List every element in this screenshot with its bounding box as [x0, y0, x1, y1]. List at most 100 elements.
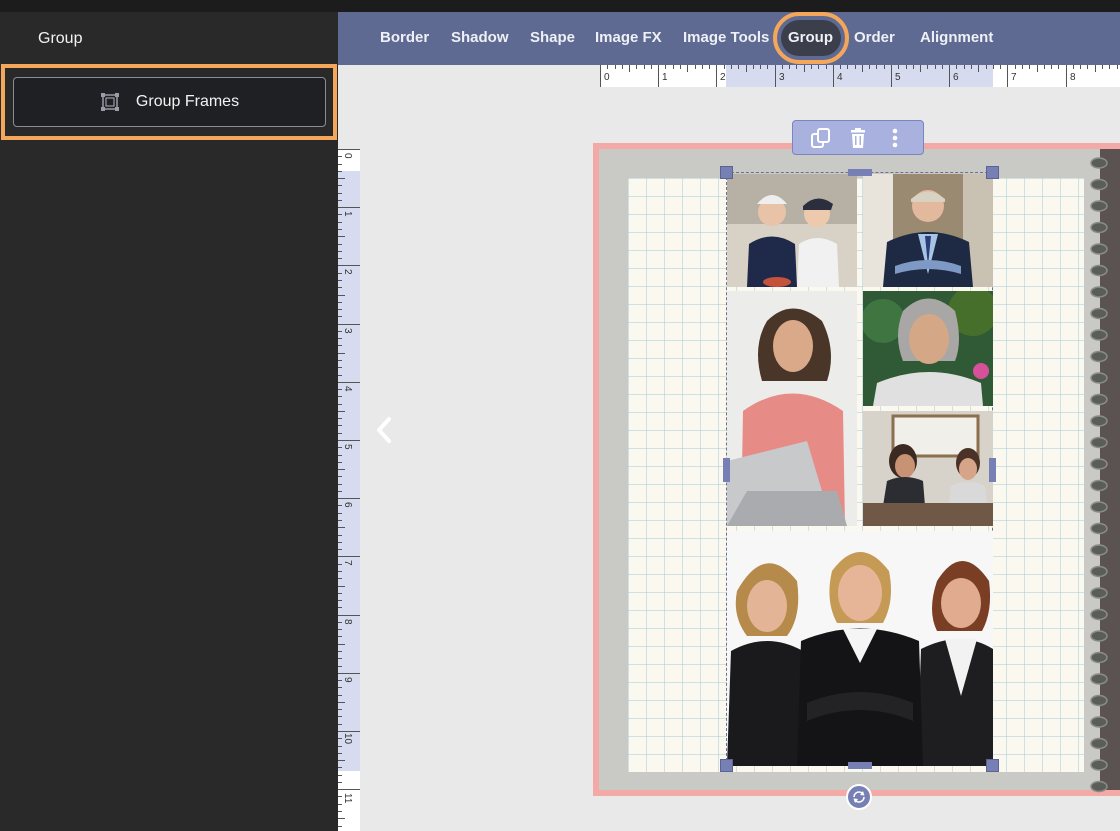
ruler-tick: [1043, 65, 1045, 69]
photo-frame[interactable]: [863, 411, 993, 526]
ruler-tick: [745, 65, 747, 72]
delete-button[interactable]: [846, 126, 870, 150]
ruler-tick: [338, 811, 342, 813]
ruler-tick: [338, 629, 342, 631]
resize-handle-top-left[interactable]: [720, 166, 733, 179]
photo-frame[interactable]: [727, 174, 857, 287]
resize-handle-bottom-right[interactable]: [986, 759, 999, 772]
canvas-area[interactable]: 0 1 2 3 4 5 6 7 8 0 1 2 3 4 5 6 7 8 9 10…: [338, 65, 1120, 831]
spiral-ring: [1090, 522, 1108, 535]
ruler-tick: [701, 65, 703, 69]
tab-shadow[interactable]: Shadow: [451, 29, 509, 46]
photo-woman-laptop-icon: [727, 291, 857, 526]
photo-businessman-icon: [863, 174, 993, 287]
ruler-tick: [956, 65, 958, 69]
ruler-tick: [752, 65, 754, 69]
ruler-label: 3: [779, 72, 785, 83]
spiral-ring: [1090, 565, 1108, 578]
ruler-tick: [338, 687, 342, 689]
ruler-tick: [338, 803, 342, 805]
resize-handle-top-right[interactable]: [986, 166, 999, 179]
ruler-tick: [730, 65, 732, 69]
ruler-tick: [891, 65, 892, 87]
ruler-label: 10: [342, 733, 353, 745]
ruler-tick: [338, 294, 345, 296]
spiral-ring: [1090, 630, 1108, 642]
ruler-tick: [1036, 65, 1038, 72]
tab-border[interactable]: Border: [380, 29, 429, 46]
ruler-tick: [338, 207, 360, 209]
ruler-tick: [338, 236, 345, 238]
tab-alignment[interactable]: Alignment: [920, 29, 993, 46]
ruler-tick: [658, 65, 660, 87]
resize-handle-left[interactable]: [723, 458, 730, 482]
photo-frame[interactable]: [727, 291, 857, 526]
photo-frame[interactable]: [863, 174, 993, 287]
photo-group-selection[interactable]: [720, 166, 999, 772]
resize-handle-bottom[interactable]: [848, 762, 872, 769]
tab-image-fx[interactable]: Image FX: [595, 29, 662, 46]
ruler-tick: [338, 607, 342, 609]
ruler-tick: [338, 410, 345, 412]
resize-handle-bottom-left[interactable]: [720, 759, 733, 772]
ruler-tick: [338, 745, 342, 747]
ruler-tick: [789, 65, 791, 69]
ruler-tick: [883, 65, 885, 69]
top-ruler: 0 1 2 3 4 5 6 7 8: [600, 65, 1120, 87]
rotate-handle[interactable]: [846, 784, 872, 810]
spiral-ring: [1090, 157, 1108, 169]
tab-image-tools[interactable]: Image Tools: [683, 29, 769, 46]
ruler-label: 9: [342, 677, 353, 683]
ruler-tick: [941, 65, 943, 69]
ruler-label: 11: [342, 793, 353, 804]
ruler-tick: [338, 716, 342, 718]
ruler-tick: [600, 65, 601, 87]
ruler-label: 6: [953, 72, 959, 83]
ruler-tick: [803, 65, 805, 72]
ruler-tick: [898, 65, 900, 69]
ruler-tick: [1080, 65, 1082, 69]
ruler-tick: [643, 65, 645, 69]
duplicate-button[interactable]: [809, 126, 833, 150]
group-frames-icon: [100, 92, 120, 112]
spiral-rings-icon: [1090, 157, 1108, 793]
photo-frame[interactable]: [863, 291, 993, 406]
resize-handle-right[interactable]: [989, 458, 996, 482]
spiral-ring: [1090, 307, 1108, 320]
ruler-tick: [338, 221, 342, 223]
spiral-ring: [1090, 608, 1108, 621]
ruler-tick: [338, 323, 360, 325]
ruler-tick: [338, 330, 342, 332]
ruler-tick: [614, 65, 616, 69]
group-frames-button[interactable]: Group Frames: [13, 77, 326, 127]
tab-order[interactable]: Order: [854, 29, 895, 46]
resize-handle-top[interactable]: [848, 169, 872, 176]
ruler-tick: [687, 65, 689, 72]
tab-group[interactable]: Group: [788, 29, 833, 46]
ruler-tick: [338, 680, 342, 682]
ruler-label: 2: [342, 269, 353, 275]
ruler-tick: [832, 65, 834, 87]
ruler-tick: [338, 636, 342, 638]
ruler-tick: [978, 65, 980, 72]
photo-frame[interactable]: [727, 531, 993, 766]
tab-shape[interactable]: Shape: [530, 29, 575, 46]
photo-older-woman-icon: [863, 291, 993, 406]
ruler-tick: [338, 541, 342, 543]
ruler-tick: [810, 65, 812, 69]
spiral-ring: [1090, 587, 1108, 599]
spiral-ring: [1090, 737, 1108, 750]
ruler-label: 8: [1070, 72, 1076, 83]
previous-page-button[interactable]: [371, 413, 397, 447]
ruler-label: 0: [342, 153, 353, 159]
ruler-tick: [854, 65, 856, 69]
ruler-tick: [971, 65, 973, 69]
more-options-button[interactable]: [883, 126, 907, 150]
spiral-ring: [1090, 264, 1108, 277]
ruler-tick: [338, 723, 342, 725]
ruler-tick: [709, 65, 711, 69]
ruler-tick: [338, 469, 345, 471]
ruler-tick: [338, 185, 342, 187]
ruler-tick: [621, 65, 623, 69]
ruler-tick: [338, 767, 342, 769]
